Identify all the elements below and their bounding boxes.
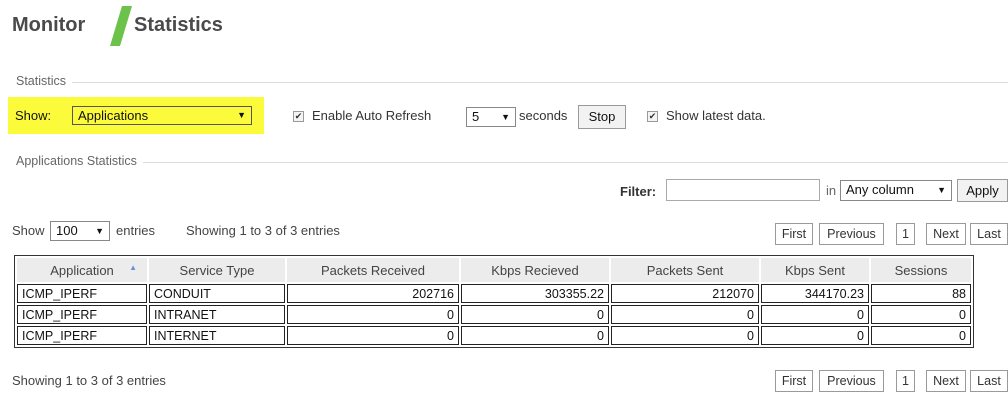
breadcrumb-separator-icon bbox=[110, 6, 132, 46]
cell-kbps-sent: 0 bbox=[761, 305, 869, 324]
column-header-packets-received[interactable]: Packets Received bbox=[287, 258, 459, 282]
cell-application: ICMP_IPERF bbox=[17, 284, 147, 303]
filter-label: Filter: bbox=[620, 184, 657, 199]
page-title: Statistics bbox=[134, 14, 223, 36]
column-header-application[interactable]: Application ▲ bbox=[17, 258, 147, 282]
filter-column-value: Any column bbox=[846, 182, 914, 197]
cell-service-type: INTRANET bbox=[149, 305, 285, 324]
filter-column-select[interactable]: Any column ▼ bbox=[840, 180, 952, 201]
apply-button[interactable]: Apply bbox=[957, 179, 1008, 202]
cell-packets-sent: 0 bbox=[611, 326, 759, 345]
cell-packets-sent: 212070 bbox=[611, 284, 759, 303]
refresh-interval-select[interactable]: 5 ▼ bbox=[466, 107, 516, 127]
show-label: Show: bbox=[15, 108, 52, 123]
applications-statistics-legend: Applications Statistics bbox=[8, 154, 143, 168]
pagination-page-button[interactable]: 1 bbox=[896, 370, 915, 392]
pagination-previous-button[interactable]: Previous bbox=[819, 370, 884, 392]
column-header-packets-sent[interactable]: Packets Sent bbox=[611, 258, 759, 282]
statistics-legend: Statistics bbox=[8, 74, 73, 88]
show-latest-label: Show latest data. bbox=[666, 108, 766, 123]
pagination-last-button[interactable]: Last bbox=[970, 370, 1008, 392]
dropdown-arrow-icon: ▼ bbox=[237, 110, 246, 120]
show-latest-checkbox[interactable]: ✔ bbox=[647, 111, 658, 122]
table-row[interactable]: ICMP_IPERF INTERNET 0 0 0 0 0 bbox=[17, 326, 971, 345]
show-select[interactable]: Applications ▼ bbox=[72, 106, 252, 125]
column-header-service-type[interactable]: Service Type bbox=[149, 258, 285, 282]
dropdown-arrow-icon: ▼ bbox=[501, 112, 510, 122]
cell-kbps-received: 0 bbox=[461, 305, 609, 324]
applications-table: Application ▲ Service Type Packets Receiv… bbox=[14, 255, 974, 348]
cell-application: ICMP_IPERF bbox=[17, 305, 147, 324]
pagination-first-button[interactable]: First bbox=[775, 370, 813, 392]
filter-input[interactable] bbox=[666, 179, 820, 201]
refresh-interval-value: 5 bbox=[472, 109, 480, 124]
pagination-first-button[interactable]: First bbox=[775, 223, 813, 245]
cell-kbps-sent: 344170.23 bbox=[761, 284, 869, 303]
seconds-label: seconds bbox=[519, 108, 568, 123]
cell-packets-received: 0 bbox=[287, 326, 459, 345]
column-header-kbps-sent[interactable]: Kbps Sent bbox=[761, 258, 869, 282]
showing-info-top: Showing 1 to 3 of 3 entries bbox=[186, 223, 340, 238]
table-row[interactable]: ICMP_IPERF INTRANET 0 0 0 0 0 bbox=[17, 305, 971, 324]
pagination-next-button[interactable]: Next bbox=[926, 370, 966, 392]
table-header-row: Application ▲ Service Type Packets Receiv… bbox=[17, 258, 971, 282]
cell-sessions: 0 bbox=[871, 305, 971, 324]
table-row[interactable]: ICMP_IPERF CONDUIT 202716 303355.22 2120… bbox=[17, 284, 971, 303]
pagination-page-button[interactable]: 1 bbox=[896, 223, 915, 245]
pagination-next-button[interactable]: Next bbox=[926, 223, 966, 245]
cell-kbps-received: 0 bbox=[461, 326, 609, 345]
stop-button[interactable]: Stop bbox=[578, 105, 626, 129]
cell-sessions: 88 bbox=[871, 284, 971, 303]
auto-refresh-checkbox[interactable]: ✔ bbox=[293, 111, 304, 122]
cell-application: ICMP_IPERF bbox=[17, 326, 147, 345]
cell-sessions: 0 bbox=[871, 326, 971, 345]
entries-select[interactable]: 100 ▼ bbox=[50, 221, 110, 241]
show-entries-label: Show bbox=[12, 223, 45, 238]
sort-ascending-icon: ▲ bbox=[129, 263, 137, 272]
dropdown-arrow-icon: ▼ bbox=[95, 226, 104, 236]
column-header-kbps-received[interactable]: Kbps Recieved bbox=[461, 258, 609, 282]
column-header-sessions[interactable]: Sessions bbox=[871, 258, 971, 282]
entries-label: entries bbox=[116, 223, 156, 238]
breadcrumb-section[interactable]: Monitor bbox=[12, 14, 85, 37]
cell-service-type: CONDUIT bbox=[149, 284, 285, 303]
in-label: in bbox=[826, 183, 837, 198]
cell-kbps-received: 303355.22 bbox=[461, 284, 609, 303]
showing-info-bottom: Showing 1 to 3 of 3 entries bbox=[12, 373, 166, 388]
cell-packets-received: 0 bbox=[287, 305, 459, 324]
entries-value: 100 bbox=[56, 223, 78, 238]
pagination-last-button[interactable]: Last bbox=[970, 223, 1008, 245]
cell-packets-received: 202716 bbox=[287, 284, 459, 303]
show-selector-highlight: Show: Applications ▼ bbox=[8, 97, 264, 134]
cell-packets-sent: 0 bbox=[611, 305, 759, 324]
cell-kbps-sent: 0 bbox=[761, 326, 869, 345]
cell-service-type: INTERNET bbox=[149, 326, 285, 345]
pagination-previous-button[interactable]: Previous bbox=[819, 223, 884, 245]
auto-refresh-label: Enable Auto Refresh bbox=[312, 108, 432, 123]
show-select-value: Applications bbox=[78, 108, 149, 123]
dropdown-arrow-icon: ▼ bbox=[937, 185, 946, 195]
